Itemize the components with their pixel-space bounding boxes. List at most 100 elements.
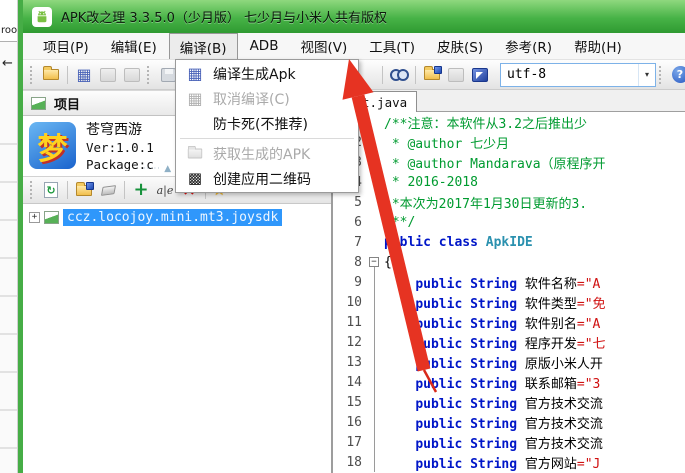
fold-margin	[367, 452, 384, 472]
combobox-dropdown-button[interactable]: ▾	[638, 64, 655, 86]
compile-apk-button[interactable]: ▦	[73, 64, 95, 86]
compile-menu-item[interactable]: ▦编译生成Apk	[176, 61, 358, 86]
fold-margin	[367, 152, 384, 172]
open-in-folder-button[interactable]	[73, 179, 95, 201]
code-text: public String 程序开发="七	[384, 333, 685, 352]
compile-menu: ▦编译生成Apk▦取消编译(C) 防卡死(不推荐) 获取生成的APK ▩ 创建应用二维码	[175, 59, 359, 193]
menu-item-8[interactable]: 参考(R)	[495, 33, 562, 59]
toolbar-grip	[30, 181, 36, 199]
android-logo-icon	[32, 7, 52, 27]
cancel-compile-icon: ▦	[182, 91, 208, 107]
menu-item-4[interactable]: ADB	[240, 33, 289, 59]
disabled-build-button[interactable]	[97, 64, 119, 86]
line-number: 5	[333, 195, 367, 210]
menu-item-3[interactable]: 编译(B)	[169, 33, 238, 59]
blue-arrow-badge-icon	[434, 66, 442, 74]
menu-item-label: 防卡死(不推荐)	[213, 114, 308, 134]
code-line: 7public class ApkIDE	[333, 232, 685, 252]
toolbar-grip	[659, 66, 665, 84]
clean-button[interactable]	[97, 179, 119, 201]
menu-item-1[interactable]: 项目(P)	[33, 33, 99, 59]
tree-row[interactable]: + ccz.locojoy.mini.mt3.joysdk	[23, 206, 331, 228]
disabled-sign-button[interactable]	[121, 64, 143, 86]
open-project-button[interactable]	[40, 64, 62, 86]
project-picture-icon	[31, 97, 46, 110]
fold-margin	[367, 172, 384, 192]
code-text: public String 软件别名="A	[384, 313, 685, 332]
toolbar-separator	[67, 66, 68, 84]
code-line: 10 public String 软件类型="免	[333, 292, 685, 312]
fold-margin	[367, 132, 384, 152]
code-text: {	[384, 255, 685, 270]
tab-java-file[interactable]: t.java	[352, 91, 417, 112]
help-button[interactable]: ?	[669, 64, 685, 86]
export-button[interactable]	[469, 64, 491, 86]
disabled-tool-button[interactable]	[445, 64, 467, 86]
menu-bar: 项目(P)编辑(E)编译(B)ADB视图(V)工具(T)皮肤(S)参考(R)帮助…	[23, 33, 685, 60]
folder-import-icon	[76, 185, 92, 196]
line-number: 13	[333, 355, 367, 370]
add-button[interactable]: +	[130, 179, 152, 201]
menu-item-label: 创建应用二维码	[213, 169, 311, 189]
project-tree[interactable]: + ccz.locojoy.mini.mt3.joysdk	[23, 204, 331, 473]
fold-minus-icon[interactable]: −	[369, 257, 379, 267]
eraser-icon	[100, 185, 115, 196]
code-text: * @author 七少月	[384, 133, 685, 152]
folder-icon	[188, 149, 202, 159]
plus-icon: +	[133, 181, 148, 199]
disabled-icon	[124, 68, 140, 82]
compile-menu-item[interactable]: ▦取消编译(C)	[176, 86, 358, 111]
project-panel-title: 项目	[54, 94, 80, 113]
menu-item-9[interactable]: 帮助(H)	[564, 33, 632, 59]
expand-plus-icon[interactable]: +	[29, 212, 40, 223]
fold-margin	[367, 372, 384, 392]
rename-button[interactable]: a|e	[154, 179, 176, 201]
encoding-value: utf-8	[501, 64, 638, 86]
rename-icon: a|e	[157, 184, 174, 197]
refresh-icon: ↻	[44, 182, 58, 198]
code-line: 15 public String 官方技术交流	[333, 392, 685, 412]
menu-item-2[interactable]: 编辑(E)	[101, 33, 167, 59]
line-number: 17	[333, 435, 367, 450]
package-icon	[44, 211, 59, 224]
panel-collapse-control[interactable]: ····· ▲	[143, 164, 172, 174]
menu-item-7[interactable]: 皮肤(S)	[427, 33, 493, 59]
code-text: /**注意：本软件从3.2之后推出少	[384, 113, 685, 132]
compile-menu-item[interactable]: ▩ 创建应用二维码	[176, 166, 358, 191]
encoding-combobox[interactable]: utf-8 ▾	[500, 63, 656, 87]
menu-item-label: 获取生成的APK	[213, 144, 310, 164]
compile-menu-item[interactable]: 防卡死(不推荐)	[176, 111, 358, 136]
qr-code-icon: ▩	[182, 171, 208, 186]
disabled-icon	[100, 68, 116, 82]
menu-item-5[interactable]: 视图(V)	[290, 33, 357, 59]
fold-margin	[367, 232, 384, 252]
code-editor[interactable]: 1/**注意：本软件从3.2之后推出少2 * @author 七少月3 * @a…	[333, 112, 685, 473]
code-line: 1/**注意：本软件从3.2之后推出少	[333, 112, 685, 132]
line-number: 18	[333, 455, 367, 470]
line-number: 15	[333, 395, 367, 410]
blue-export-icon	[472, 68, 488, 82]
tree-node-label[interactable]: ccz.locojoy.mini.mt3.joysdk	[63, 209, 282, 226]
toolbar-grip	[147, 66, 153, 84]
code-text: public class ApkIDE	[384, 235, 685, 250]
line-number: 10	[333, 295, 367, 310]
back-arrow-icon: ←	[2, 56, 17, 71]
line-number: 6	[333, 215, 367, 230]
folder-import-icon	[424, 69, 440, 80]
toolbar-separator	[124, 181, 125, 199]
code-text: public String 原版小米人开	[384, 353, 685, 372]
code-line: 5 *本次为2017年1月30日更新的3.	[333, 192, 685, 212]
compile-menu-item[interactable]: 获取生成的APK	[176, 141, 358, 166]
folder-icon	[182, 148, 208, 159]
fold-margin	[367, 272, 384, 292]
code-line: 4 * 2016-2018	[333, 172, 685, 192]
code-line: 6 **/	[333, 212, 685, 232]
toolbar-separator	[67, 181, 68, 199]
fold-marker[interactable]: −	[367, 252, 384, 272]
refresh-button[interactable]: ↻	[40, 179, 62, 201]
menu-item-6[interactable]: 工具(T)	[359, 33, 425, 59]
fold-margin	[367, 352, 384, 372]
toolbar-grip	[30, 66, 36, 84]
search-button[interactable]	[388, 64, 410, 86]
import-file-button[interactable]	[421, 64, 443, 86]
